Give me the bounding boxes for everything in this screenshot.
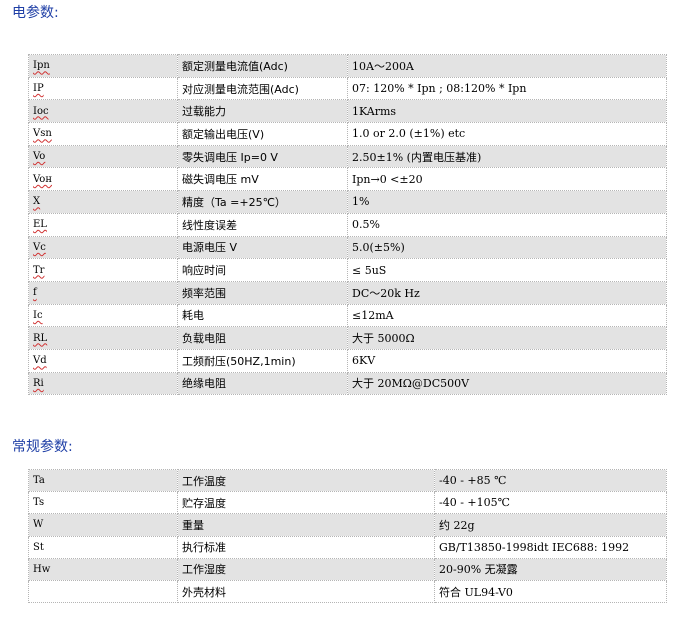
param-name: 负载电阻 xyxy=(177,326,348,350)
param-value: 大于 5000Ω xyxy=(347,326,667,350)
param-name: 工作湿度 xyxy=(177,557,435,581)
table-row: W 重量约 22g xyxy=(28,513,667,537)
param-name: 贮存温度 xyxy=(177,491,435,515)
param-name: 工作温度 xyxy=(177,468,435,493)
param-name: 额定测量电流值(Adc) xyxy=(177,54,348,78)
param-symbol: Vo xyxy=(28,144,178,169)
table-row: Tr 响应时间 ≤ 5uS xyxy=(28,258,667,282)
param-symbol: Ta xyxy=(28,468,178,493)
electrical-section-title: 电参数: xyxy=(12,5,59,21)
param-value: 1.0 or 2.0 (±1%) etc xyxy=(347,122,667,146)
param-name: 执行标准 xyxy=(177,535,435,559)
table-row: Vo 零失调电压 Ip=0 V 2.50±1% (内置电压基准) xyxy=(28,144,667,169)
table-row: Ta 工作温度 -40 - +85 ℃ xyxy=(28,468,667,493)
param-name: 响应时间 xyxy=(177,258,348,282)
param-symbol: Vsn xyxy=(28,122,178,146)
param-symbol: St xyxy=(28,535,178,559)
param-name: 额定输出电压(V) xyxy=(177,122,348,146)
param-symbol: Ic xyxy=(28,303,178,328)
param-name: 外壳材料 xyxy=(177,579,435,604)
table-row: Hw 工作湿度 20-90% 无凝露 xyxy=(28,557,667,581)
param-value: Ipn→0 <±20 xyxy=(347,167,667,192)
param-symbol xyxy=(28,579,178,604)
param-name: 零失调电压 Ip=0 V xyxy=(177,144,348,169)
table-row: St 执行标准 GB/T13850-1998idt IEC688: 1992 xyxy=(28,535,667,559)
table-row: 外壳材料 符合 UL94-V0 xyxy=(28,579,667,604)
param-symbol: Ts xyxy=(28,491,178,515)
param-symbol: X xyxy=(28,190,178,214)
param-value: ≤12mA xyxy=(347,303,667,328)
param-value: 10A～200A xyxy=(347,54,667,78)
table-row: Ts 贮存温度 -40 - +105℃ xyxy=(28,491,667,515)
param-name: 对应测量电流范围(Adc) xyxy=(177,76,348,101)
param-symbol: Voн xyxy=(28,167,178,192)
param-symbol: Ri xyxy=(28,371,178,396)
param-value: 符合 UL94-V0 xyxy=(434,579,667,604)
param-value: 07: 120% * Ipn ; 08:120% * Ipn xyxy=(347,76,667,101)
param-symbol: IP xyxy=(28,76,178,101)
param-symbol: Ioc xyxy=(28,99,178,124)
table-row: Ioc 过载能力 1KArms xyxy=(28,99,667,124)
param-name: 频率范围 xyxy=(177,280,348,305)
param-value: DC～20k Hz xyxy=(347,280,667,305)
table-row: Ic 耗电 ≤12mA xyxy=(28,303,667,328)
param-name: 重量 xyxy=(177,513,435,537)
param-symbol: Vc xyxy=(28,235,178,260)
table-row: EL 线性度误差 0.5% xyxy=(28,212,667,237)
param-symbol: Hw xyxy=(28,557,178,581)
electrical-parameters-table: Ipn 额定测量电流值(Adc) 10A～200A IP 对应测量电流范围(Adc) 07… xyxy=(28,54,667,396)
param-value: 2.50±1% (内置电压基准) xyxy=(347,144,667,169)
param-value: 1KArms xyxy=(347,99,667,124)
param-value: 0.5% xyxy=(347,212,667,237)
param-value: 1% xyxy=(347,190,667,214)
param-value: -40 - +105℃ xyxy=(434,491,667,515)
param-name: 耗电 xyxy=(177,303,348,328)
param-value: 6KV xyxy=(347,348,667,373)
param-symbol: Tr xyxy=(28,258,178,282)
param-value: GB/T13850-1998idt IEC688: 1992 xyxy=(434,535,667,559)
table-row: Vc 电源电压 V 5.0(±5%) xyxy=(28,235,667,260)
table-row: Ipn 额定测量电流值(Adc) 10A～200A xyxy=(28,54,667,78)
general-section-title: 常规参数: xyxy=(12,439,73,455)
param-name: 精度（Ta =+25℃） xyxy=(177,190,348,214)
param-value: 20-90% 无凝露 xyxy=(434,557,667,581)
table-row: RL 负载电阻 大于 5000Ω xyxy=(28,326,667,350)
param-value: -40 - +85 ℃ xyxy=(434,468,667,493)
table-row: IP 对应测量电流范围(Adc) 07: 120% * Ipn ; 08:120% … xyxy=(28,76,667,101)
param-symbol: W xyxy=(28,513,178,537)
param-name: 绝缘电阻 xyxy=(177,371,348,396)
param-symbol: Vd xyxy=(28,348,178,373)
param-symbol: f xyxy=(28,280,178,305)
param-name: 工频耐压(50HZ,1min) xyxy=(177,348,348,373)
param-name: 过载能力 xyxy=(177,99,348,124)
param-value: ≤ 5uS xyxy=(347,258,667,282)
param-name: 电源电压 V xyxy=(177,235,348,260)
param-value: 5.0(±5%) xyxy=(347,235,667,260)
param-value: 大于 20MΩ@DC500V xyxy=(347,371,667,396)
table-row: X 精度（Ta =+25℃） 1% xyxy=(28,190,667,214)
param-symbol: EL xyxy=(28,212,178,237)
table-row: Vd 工频耐压(50HZ,1min) 6KV xyxy=(28,348,667,373)
param-symbol: RL xyxy=(28,326,178,350)
table-row: Vsn 额定输出电压(V) 1.0 or 2.0 (±1%) etc xyxy=(28,122,667,146)
table-row: Ri 绝缘电阻 大于 20MΩ@DC500V xyxy=(28,371,667,396)
param-name: 磁失调电压 mV xyxy=(177,167,348,192)
param-name: 线性度误差 xyxy=(177,212,348,237)
param-symbol: Ipn xyxy=(28,54,178,78)
param-value: 约 22g xyxy=(434,513,667,537)
table-row: Voн 磁失调电压 mV Ipn→0 <±20 xyxy=(28,167,667,192)
table-row: f 频率范围 DC～20k Hz xyxy=(28,280,667,305)
general-parameters-table: Ta 工作温度 -40 - +85 ℃ Ts 贮存温度 -40 - +105℃ W 重量约 2… xyxy=(28,468,667,604)
